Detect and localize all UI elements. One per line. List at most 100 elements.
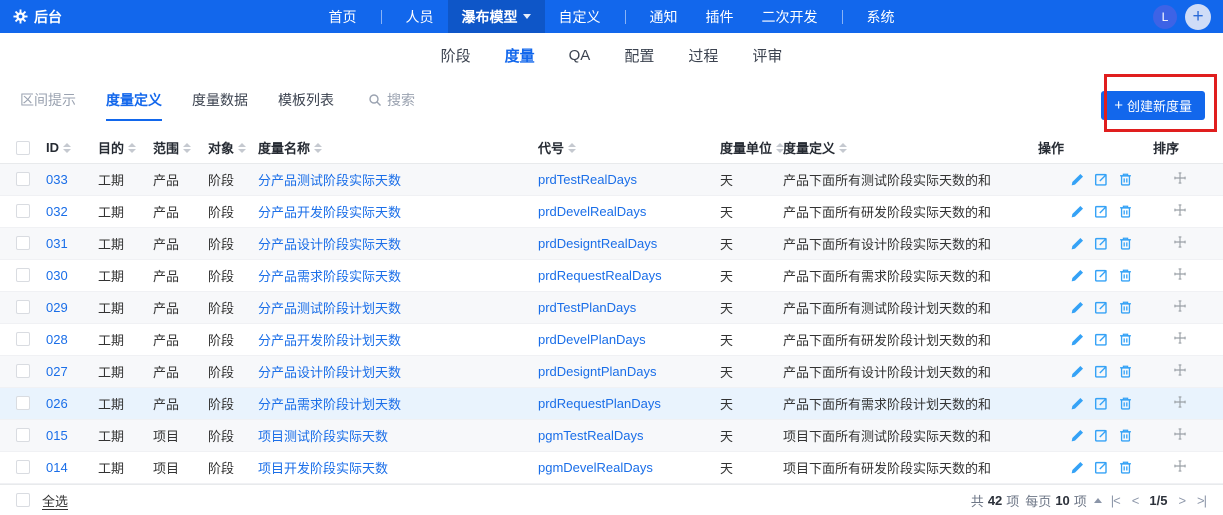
measure-code-link[interactable]: pgmDevelRealDays (538, 460, 653, 475)
delete-trash-icon[interactable] (1118, 460, 1133, 475)
user-avatar[interactable]: L (1153, 5, 1177, 29)
delete-trash-icon[interactable] (1118, 236, 1133, 251)
edit-pencil-icon[interactable] (1070, 332, 1085, 347)
sort-arrows-icon[interactable] (568, 143, 576, 153)
nav-item-自定义[interactable]: 自定义 (545, 0, 615, 33)
edit-form-icon[interactable] (1094, 332, 1109, 347)
measure-name-link[interactable]: 分产品设计阶段计划天数 (258, 365, 401, 380)
edit-form-icon[interactable] (1094, 172, 1109, 187)
measure-code-link[interactable]: prdRequestPlanDays (538, 396, 661, 411)
id-link[interactable]: 030 (46, 268, 68, 283)
move-drag-icon[interactable] (1173, 427, 1187, 441)
next-page-button[interactable]: > (1175, 493, 1188, 508)
delete-trash-icon[interactable] (1118, 332, 1133, 347)
edit-form-icon[interactable] (1094, 204, 1109, 219)
edit-pencil-icon[interactable] (1070, 364, 1085, 379)
move-drag-icon[interactable] (1173, 171, 1187, 185)
prev-page-button[interactable]: < (1129, 493, 1142, 508)
id-link[interactable]: 027 (46, 364, 68, 379)
measure-code-link[interactable]: prdTestRealDays (538, 172, 637, 187)
measure-name-link[interactable]: 分产品测试阶段计划天数 (258, 301, 401, 316)
id-link[interactable]: 032 (46, 204, 68, 219)
move-drag-icon[interactable] (1173, 203, 1187, 217)
sort-arrows-icon[interactable] (183, 143, 191, 153)
edit-form-icon[interactable] (1094, 364, 1109, 379)
tab-度量定义[interactable]: 度量定义 (106, 90, 162, 121)
row-checkbox[interactable] (16, 236, 30, 250)
id-link[interactable]: 015 (46, 428, 68, 443)
brand[interactable]: 后台 (0, 7, 62, 27)
row-checkbox[interactable] (16, 460, 30, 474)
first-page-button[interactable]: |< (1108, 493, 1123, 508)
add-button[interactable]: + (1185, 4, 1211, 30)
edit-pencil-icon[interactable] (1070, 300, 1085, 315)
column-header-度量定义[interactable]: 度量定义 (775, 133, 1030, 163)
row-checkbox[interactable] (16, 268, 30, 282)
subnav-item-度量[interactable]: 度量 (505, 45, 535, 66)
subnav-item-过程[interactable]: 过程 (688, 45, 718, 66)
nav-item-二次开发[interactable]: 二次开发 (748, 0, 832, 33)
move-drag-icon[interactable] (1173, 299, 1187, 313)
delete-trash-icon[interactable] (1118, 172, 1133, 187)
measure-code-link[interactable]: prdDevelPlanDays (538, 332, 646, 347)
id-link[interactable]: 029 (46, 300, 68, 315)
header-checkbox[interactable] (16, 141, 30, 155)
edit-pencil-icon[interactable] (1070, 268, 1085, 283)
sort-arrows-icon[interactable] (839, 143, 847, 153)
row-checkbox[interactable] (16, 396, 30, 410)
column-header-目的[interactable]: 目的 (90, 133, 145, 163)
move-drag-icon[interactable] (1173, 459, 1187, 473)
measure-code-link[interactable]: pgmTestRealDays (538, 428, 644, 443)
edit-form-icon[interactable] (1094, 428, 1109, 443)
nav-item-瀑布模型[interactable]: 瀑布模型 (448, 0, 545, 33)
measure-code-link[interactable]: prdDesigntRealDays (538, 236, 657, 251)
delete-trash-icon[interactable] (1118, 428, 1133, 443)
id-link[interactable]: 028 (46, 332, 68, 347)
nav-item-人员[interactable]: 人员 (392, 0, 448, 33)
delete-trash-icon[interactable] (1118, 204, 1133, 219)
row-checkbox[interactable] (16, 300, 30, 314)
edit-pencil-icon[interactable] (1070, 236, 1085, 251)
delete-trash-icon[interactable] (1118, 268, 1133, 283)
row-checkbox[interactable] (16, 332, 30, 346)
sort-arrows-icon[interactable] (63, 143, 71, 153)
edit-form-icon[interactable] (1094, 300, 1109, 315)
sort-arrows-icon[interactable] (314, 143, 322, 153)
row-checkbox[interactable] (16, 428, 30, 442)
measure-code-link[interactable]: prdTestPlanDays (538, 300, 636, 315)
last-page-button[interactable]: >| (1194, 493, 1209, 508)
delete-trash-icon[interactable] (1118, 300, 1133, 315)
id-link[interactable]: 031 (46, 236, 68, 251)
id-link[interactable]: 014 (46, 460, 68, 475)
delete-trash-icon[interactable] (1118, 396, 1133, 411)
per-page-select[interactable]: 每页10项 (1025, 491, 1102, 510)
measure-name-link[interactable]: 项目测试阶段实际天数 (258, 429, 388, 444)
search-tab[interactable]: 搜索 (368, 90, 415, 110)
edit-pencil-icon[interactable] (1070, 396, 1085, 411)
move-drag-icon[interactable] (1173, 331, 1187, 345)
edit-pencil-icon[interactable] (1070, 204, 1085, 219)
edit-pencil-icon[interactable] (1070, 172, 1085, 187)
tab-模板列表[interactable]: 模板列表 (278, 90, 334, 121)
create-measure-button[interactable]: + 创建新度量 (1101, 91, 1205, 120)
subnav-item-阶段[interactable]: 阶段 (441, 45, 471, 66)
measure-name-link[interactable]: 分产品测试阶段实际天数 (258, 173, 401, 188)
column-header-对象[interactable]: 对象 (200, 133, 250, 163)
select-all-label[interactable]: 全选 (42, 491, 68, 510)
subnav-item-QA[interactable]: QA (569, 47, 591, 64)
measure-name-link[interactable]: 项目开发阶段实际天数 (258, 461, 388, 476)
sort-arrows-icon[interactable] (128, 143, 136, 153)
nav-item-首页[interactable]: 首页 (315, 0, 371, 33)
measure-code-link[interactable]: prdRequestRealDays (538, 268, 662, 283)
edit-pencil-icon[interactable] (1070, 460, 1085, 475)
measure-code-link[interactable]: prdDevelRealDays (538, 204, 646, 219)
column-header-ID[interactable]: ID (38, 133, 90, 163)
nav-item-插件[interactable]: 插件 (692, 0, 748, 33)
id-link[interactable]: 033 (46, 172, 68, 187)
move-drag-icon[interactable] (1173, 235, 1187, 249)
measure-name-link[interactable]: 分产品需求阶段计划天数 (258, 397, 401, 412)
delete-trash-icon[interactable] (1118, 364, 1133, 379)
select-all-checkbox[interactable] (16, 493, 30, 507)
nav-item-通知[interactable]: 通知 (636, 0, 692, 33)
row-checkbox[interactable] (16, 364, 30, 378)
